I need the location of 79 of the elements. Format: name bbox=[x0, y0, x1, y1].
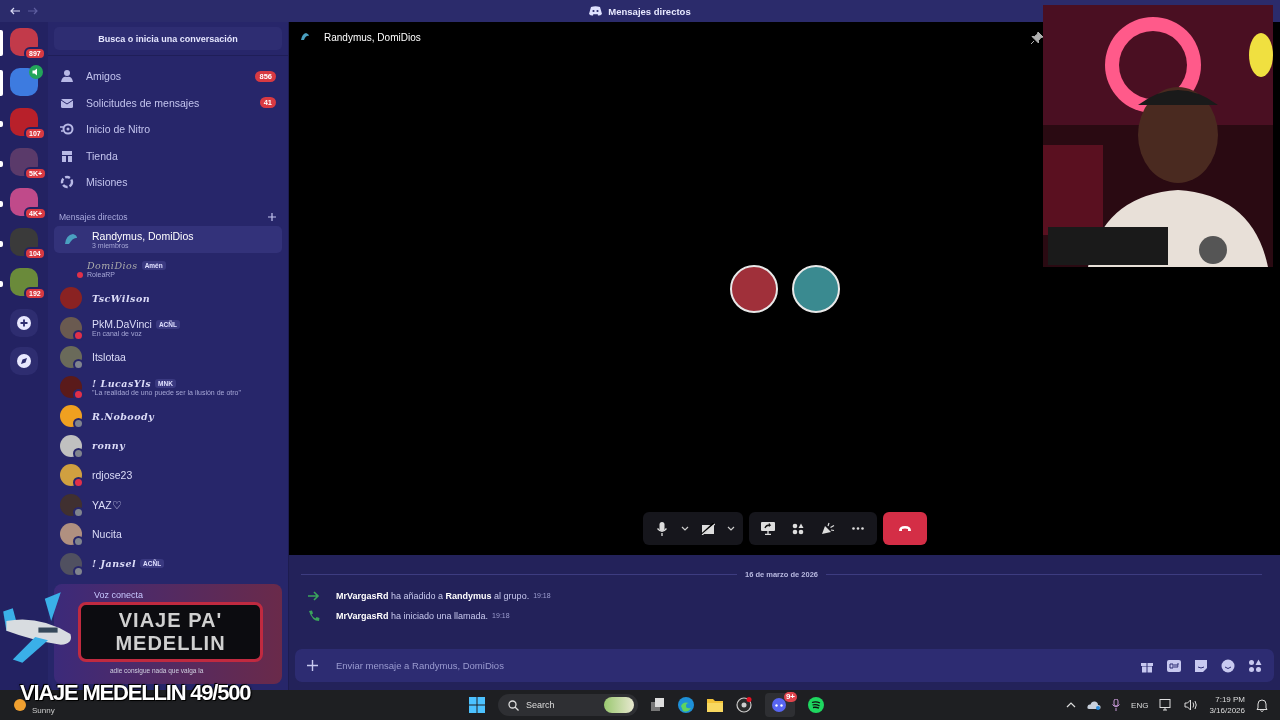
task-view-icon[interactable] bbox=[651, 698, 665, 712]
notification-badge: 9+ bbox=[783, 692, 797, 702]
search-icon bbox=[508, 699, 519, 711]
more-icon bbox=[851, 527, 864, 530]
banner-text: MEDELLIN bbox=[115, 632, 226, 655]
search-button[interactable]: Busca o inicia una conversación bbox=[54, 27, 282, 50]
dm-item[interactable]: ronny bbox=[54, 432, 282, 460]
dm-item[interactable]: YAZ♡ bbox=[54, 491, 282, 519]
weather-label[interactable]: Sunny bbox=[32, 705, 55, 715]
hang-up-icon bbox=[898, 525, 911, 532]
banner-text: VIAJE PA' bbox=[118, 609, 223, 632]
search-field[interactable]: Search bbox=[498, 694, 638, 716]
store-icon bbox=[60, 148, 74, 163]
clock-time[interactable]: 7:19 PM bbox=[1215, 694, 1245, 705]
nav-item[interactable]: Tienda bbox=[54, 144, 282, 167]
bell-icon[interactable] bbox=[1256, 698, 1268, 712]
recorder-icon[interactable] bbox=[736, 697, 752, 713]
avatar bbox=[60, 493, 82, 516]
compass-icon bbox=[17, 354, 31, 368]
nitro-icon bbox=[60, 122, 74, 137]
add-server-button[interactable] bbox=[10, 309, 38, 337]
discord-icon bbox=[771, 698, 787, 712]
stream-counter: VIAJE MEDELLIN 49/500 bbox=[20, 680, 251, 706]
discover-button[interactable] bbox=[10, 347, 38, 375]
cloud-icon[interactable] bbox=[1087, 700, 1102, 710]
music-icon[interactable] bbox=[808, 697, 824, 713]
monitor-icon[interactable] bbox=[1159, 699, 1174, 711]
system-message: MrVargasRd ha iniciado una llamada. bbox=[336, 610, 489, 621]
language-indicator[interactable]: ENG bbox=[1131, 700, 1149, 710]
dm-item[interactable]: TscWilson bbox=[54, 284, 282, 312]
avatar bbox=[60, 434, 82, 457]
sun-icon[interactable] bbox=[14, 699, 26, 711]
dm-item[interactable]: R.Noboody bbox=[54, 402, 282, 430]
avatar bbox=[60, 316, 82, 339]
taskbar-app[interactable]: 9+ bbox=[765, 693, 795, 717]
avatar bbox=[60, 552, 82, 575]
browser-icon[interactable] bbox=[678, 697, 694, 713]
party-horn-icon bbox=[820, 521, 835, 536]
voice-status: Voz conecta bbox=[93, 590, 145, 600]
system-message: MrVargasRd ha añadido a Randymus al grupo. bbox=[336, 590, 530, 601]
volume-icon[interactable] bbox=[1184, 699, 1199, 711]
nav-item[interactable]: Misiones bbox=[54, 171, 282, 194]
person-icon bbox=[60, 69, 74, 84]
plus-icon[interactable] bbox=[307, 660, 318, 671]
chevron-up-icon[interactable] bbox=[1066, 702, 1077, 708]
call-title: Randymus, DomiDios bbox=[324, 32, 421, 43]
pin-icon[interactable] bbox=[1031, 32, 1043, 44]
clock-date[interactable]: 3/16/2026 bbox=[1209, 705, 1245, 716]
dm-item[interactable]: Nucita bbox=[54, 520, 282, 548]
nav-item[interactable]: Inicio de Nitro bbox=[54, 118, 282, 141]
discord-icon bbox=[589, 6, 603, 16]
section-header: Mensajes directos bbox=[59, 211, 128, 222]
caret-icon bbox=[680, 525, 689, 532]
gif-icon[interactable] bbox=[1167, 658, 1181, 673]
apps-icon[interactable] bbox=[1248, 658, 1262, 673]
quest-icon bbox=[60, 175, 74, 190]
microphone-icon bbox=[655, 521, 668, 536]
message-composer[interactable]: Enviar mensaje a Randymus, DomiDios bbox=[295, 649, 1274, 682]
end-call-button[interactable] bbox=[882, 512, 927, 545]
windows-icon[interactable] bbox=[469, 697, 485, 713]
microphone-icon[interactable] bbox=[1112, 699, 1121, 711]
plus-icon[interactable] bbox=[268, 212, 276, 221]
caret-icon bbox=[726, 525, 735, 532]
sticker-icon[interactable] bbox=[1194, 658, 1208, 673]
message-input[interactable]: Enviar mensaje a Randymus, DomiDios bbox=[336, 655, 1122, 676]
phone-icon bbox=[308, 609, 320, 622]
shapes-icon bbox=[791, 522, 804, 535]
avatar bbox=[60, 287, 82, 310]
camera-off-icon bbox=[700, 522, 715, 535]
dm-item[interactable]: rdjose23 bbox=[54, 461, 282, 489]
folder-icon[interactable] bbox=[707, 698, 723, 712]
emoji-icon[interactable] bbox=[1221, 658, 1235, 673]
dm-item[interactable]: Itslotaa bbox=[54, 343, 282, 371]
arrow-icon bbox=[308, 590, 320, 601]
window-title: Mensajes directos bbox=[608, 5, 691, 17]
back-icon[interactable] bbox=[10, 7, 20, 15]
screen-share-icon bbox=[760, 522, 775, 535]
plus-icon bbox=[17, 316, 31, 330]
avatar bbox=[60, 375, 82, 398]
